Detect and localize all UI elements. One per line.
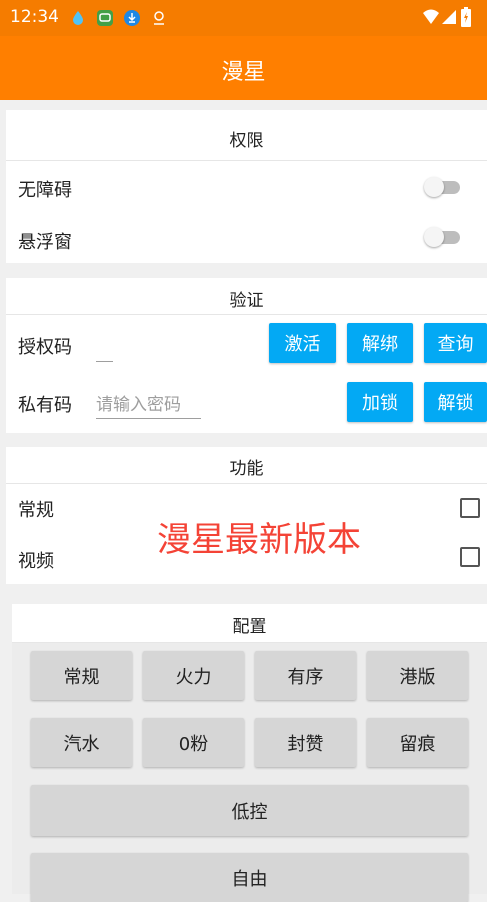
- config-button-leave-trace[interactable]: 留痕: [367, 718, 468, 767]
- auth-code-label: 授权码: [18, 337, 72, 358]
- toggle-thumb: [424, 177, 444, 197]
- lock-button[interactable]: 加锁: [347, 382, 413, 422]
- private-code-input[interactable]: 请输入密码: [96, 390, 201, 419]
- location-icon: [151, 10, 167, 26]
- regular-checkbox[interactable]: [460, 498, 480, 518]
- signal-icon: [441, 9, 457, 29]
- divider: [12, 642, 487, 643]
- config-button-low-control[interactable]: 低控: [31, 785, 468, 836]
- permissions-title: 权限: [229, 131, 264, 151]
- activate-button[interactable]: 激活: [269, 323, 336, 363]
- private-code-label: 私有码: [18, 395, 72, 416]
- regular-label: 常规: [18, 500, 54, 521]
- query-button[interactable]: 查询: [424, 323, 487, 363]
- video-label: 视频: [18, 551, 54, 572]
- app-bar: 漫星: [0, 36, 487, 100]
- video-checkbox[interactable]: [460, 547, 480, 567]
- accessibility-label: 无障碍: [18, 180, 72, 201]
- functions-title: 功能: [229, 459, 264, 479]
- download-icon: [124, 10, 140, 26]
- config-button-firepower[interactable]: 火力: [143, 651, 244, 700]
- app-title: 漫星: [221, 60, 266, 85]
- promo-text: 漫星最新版本: [157, 520, 361, 560]
- status-bar: 12:34: [0, 0, 487, 36]
- verification-title: 验证: [229, 291, 264, 311]
- message-icon: [97, 10, 113, 26]
- wifi-icon: [422, 9, 440, 29]
- verification-card: 验证 授权码 激活 解绑 查询 私有码 请输入密码 加锁 解锁: [6, 278, 487, 433]
- config-button-ordered[interactable]: 有序: [255, 651, 356, 700]
- status-time: 12:34: [10, 7, 59, 27]
- config-button-seal-likes[interactable]: 封赞: [255, 718, 356, 767]
- config-button-zero-fans[interactable]: 0粉: [143, 718, 244, 767]
- divider: [6, 483, 487, 484]
- unlock-button[interactable]: 解锁: [424, 382, 487, 422]
- drop-icon: [70, 10, 86, 26]
- toggle-thumb: [424, 227, 444, 247]
- floating-window-label: 悬浮窗: [18, 232, 72, 253]
- config-header: 配置: [12, 604, 487, 642]
- floating-window-toggle[interactable]: [424, 227, 462, 247]
- config-button-regular[interactable]: 常规: [31, 651, 132, 700]
- accessibility-toggle[interactable]: [424, 177, 462, 197]
- divider: [6, 314, 487, 315]
- unbind-button[interactable]: 解绑: [347, 323, 413, 363]
- auth-code-input[interactable]: [96, 336, 113, 362]
- config-title: 配置: [232, 617, 267, 637]
- config-button-free[interactable]: 自由: [31, 853, 468, 902]
- battery-icon: [461, 7, 471, 31]
- permissions-card: 权限 无障碍 悬浮窗: [6, 110, 487, 263]
- divider: [6, 160, 487, 161]
- config-button-hk-edition[interactable]: 港版: [367, 651, 468, 700]
- config-button-soda[interactable]: 汽水: [31, 718, 132, 767]
- config-card: 配置 常规 火力 有序 港版 汽水 0粉 封赞 留痕 低控 自由: [12, 604, 487, 902]
